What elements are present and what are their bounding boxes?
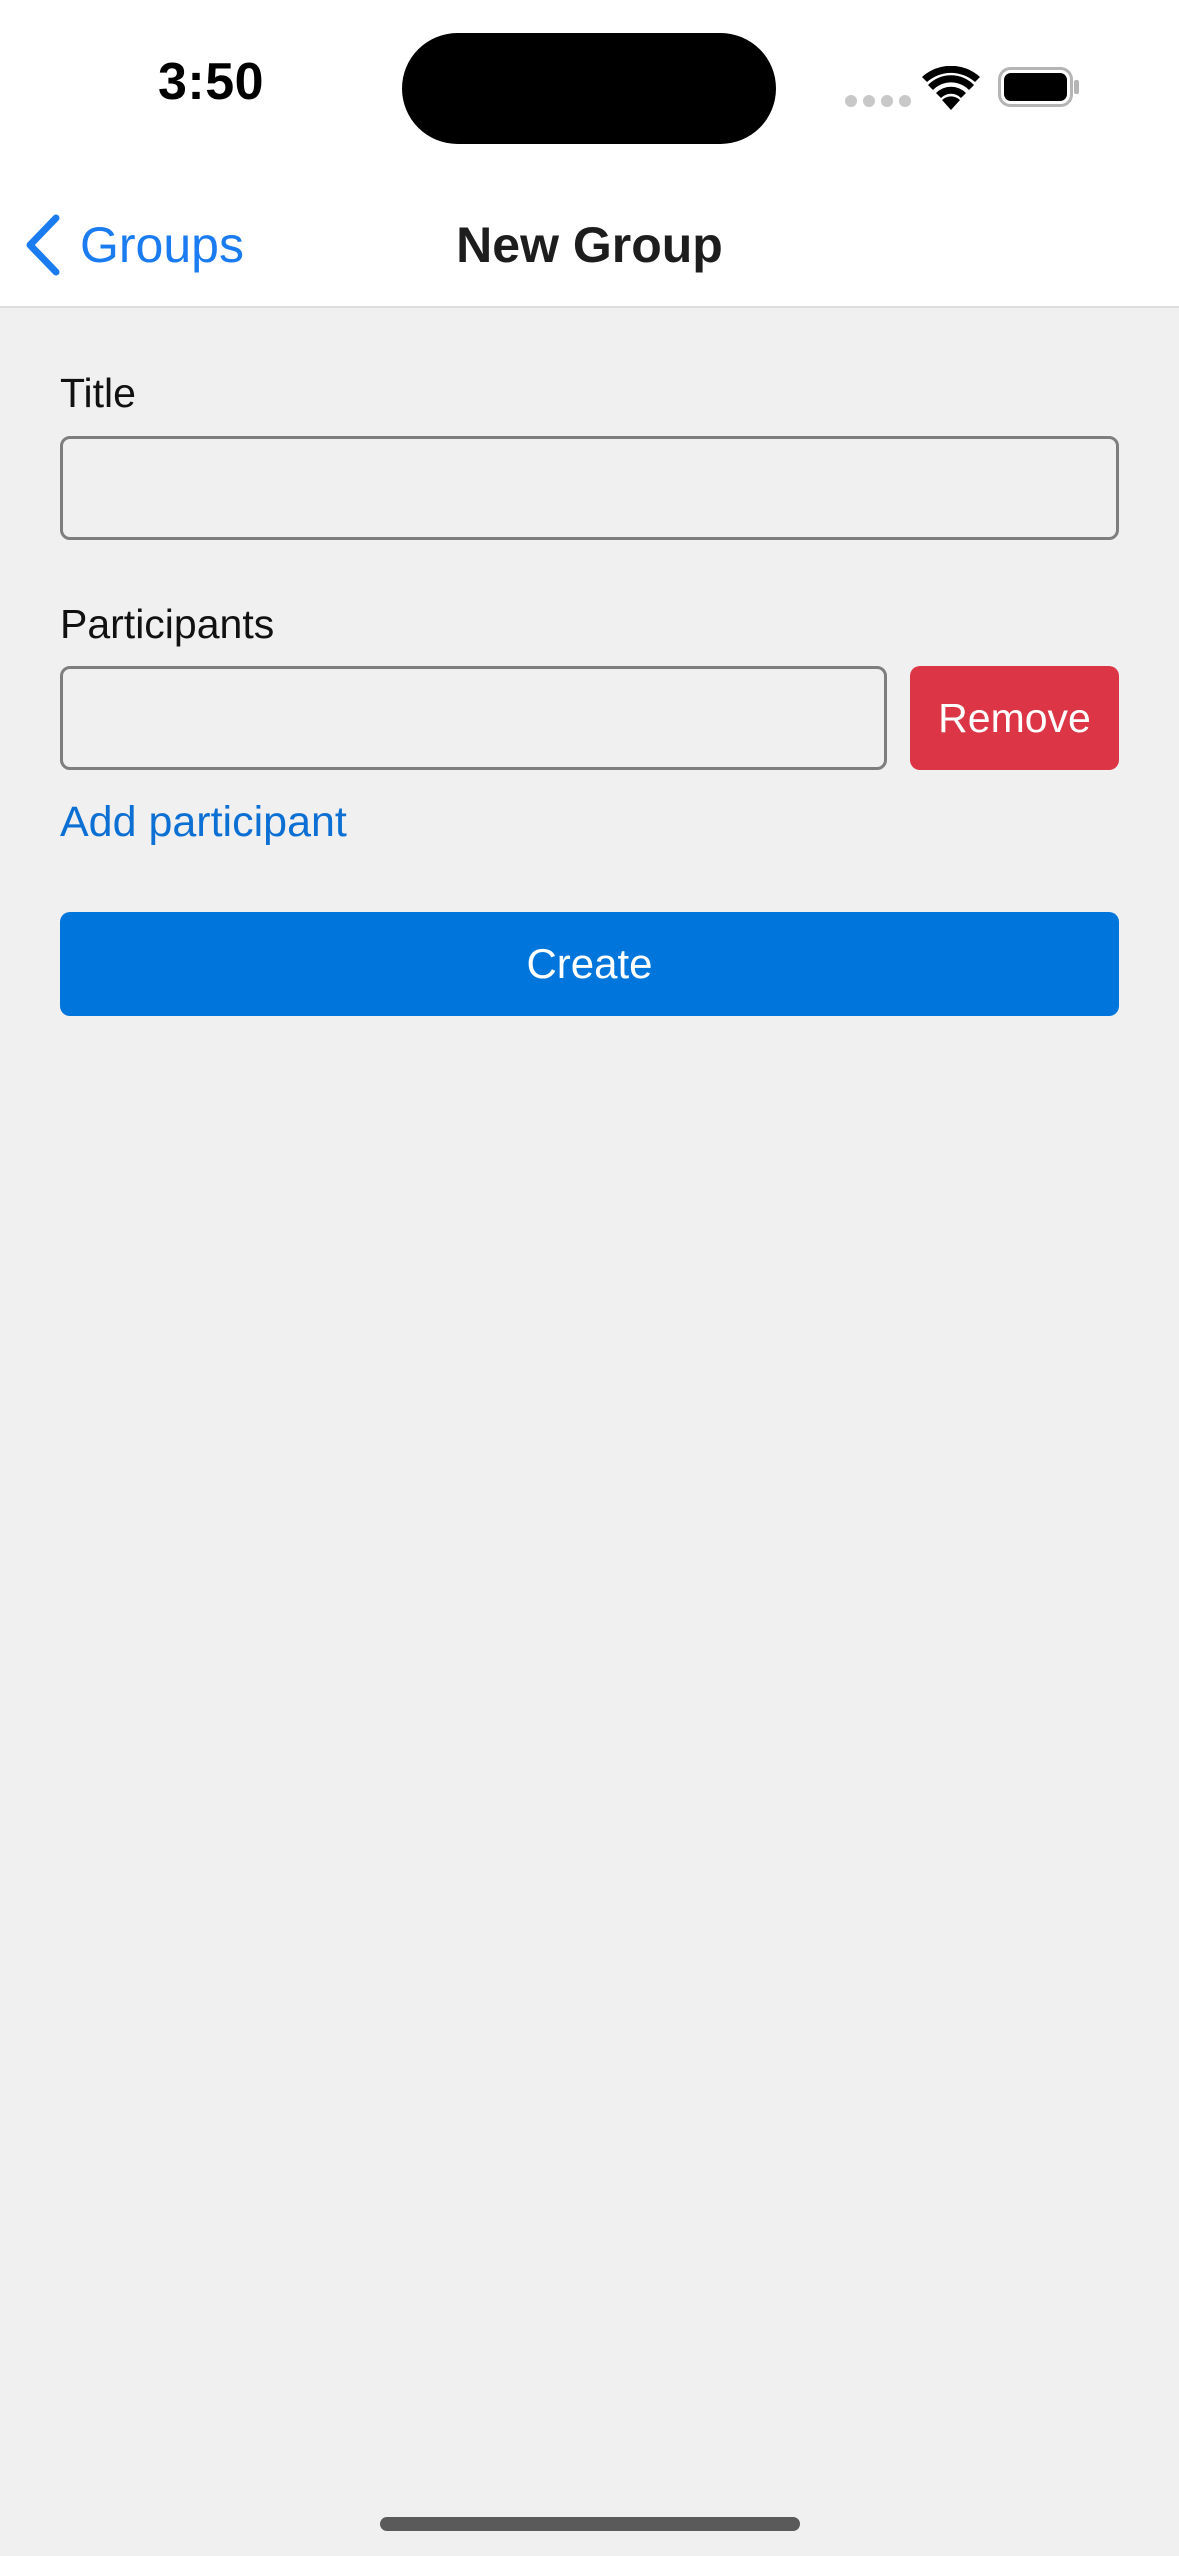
- status-bar: 3:50: [0, 0, 1179, 180]
- status-time: 3:50: [158, 53, 265, 111]
- title-label: Title: [60, 370, 136, 416]
- wifi-icon: [922, 66, 980, 110]
- add-participant-link[interactable]: Add participant: [60, 798, 347, 847]
- participants-label: Participants: [60, 601, 275, 647]
- home-indicator: [380, 2517, 800, 2531]
- navigation-bar: Groups New Group: [0, 180, 1179, 308]
- battery-icon: [998, 67, 1079, 107]
- participant-input[interactable]: [60, 666, 887, 770]
- create-button[interactable]: Create: [60, 912, 1119, 1016]
- page-title: New Group: [456, 217, 723, 273]
- dynamic-island: [402, 33, 776, 144]
- cellular-signal-icon: [845, 95, 911, 107]
- remove-participant-button[interactable]: Remove: [910, 666, 1119, 770]
- title-input[interactable]: [60, 436, 1119, 540]
